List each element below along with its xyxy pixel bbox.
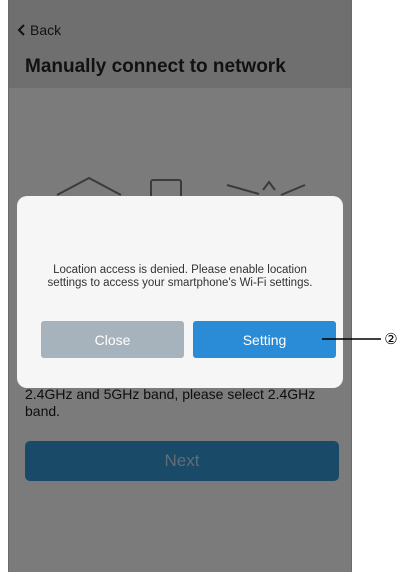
callout-number: ② <box>384 331 398 348</box>
next-button[interactable]: Next <box>25 441 339 481</box>
phone-screen: Back Manually connect to network 2.4GHz … <box>8 0 352 572</box>
setting-button[interactable]: Setting <box>193 321 336 358</box>
dialog-message: Location access is denied. Please enable… <box>47 264 313 289</box>
chevron-left-icon <box>17 24 25 36</box>
wifi-device-icon <box>226 180 306 196</box>
close-button[interactable]: Close <box>41 321 184 358</box>
page-title: Manually connect to network <box>25 56 286 77</box>
permission-dialog: Location access is denied. Please enable… <box>17 196 343 388</box>
back-label: Back <box>30 22 62 38</box>
nav-bar: Back Manually connect to network <box>9 0 351 88</box>
instruction-text: 2.4GHz and 5GHz band, please select 2.4G… <box>25 386 316 419</box>
back-button[interactable]: Back <box>17 22 61 38</box>
router-icon <box>56 176 122 196</box>
